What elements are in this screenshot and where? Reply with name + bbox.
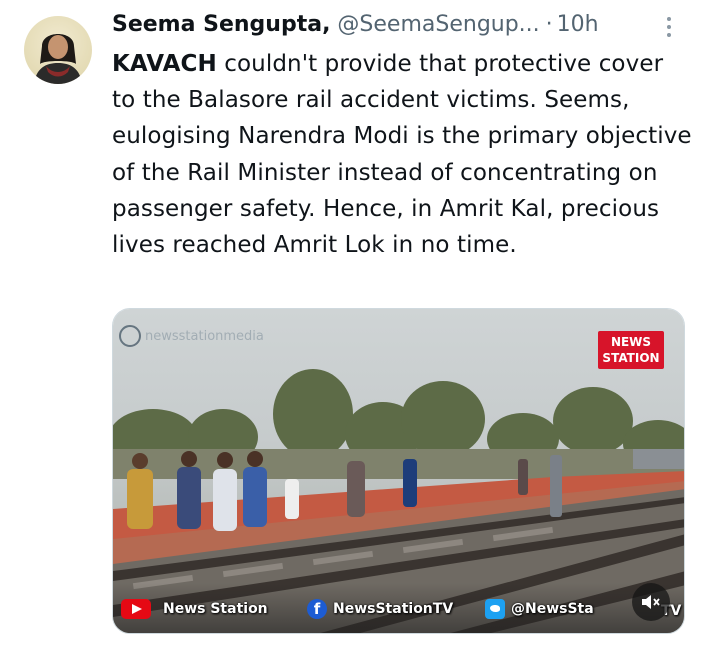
separator-dot: ·	[545, 12, 553, 37]
logo-line2: STATION	[602, 351, 660, 365]
twitter-tag: @NewsSta	[485, 599, 594, 619]
more-dot	[667, 25, 671, 29]
watermark: newsstationmedia	[119, 325, 264, 347]
watermark-text: newsstationmedia	[145, 328, 264, 344]
more-dot	[667, 33, 671, 37]
tweet-text: KAVACH couldn't provide that protective …	[112, 46, 692, 263]
mute-icon[interactable]	[632, 583, 670, 621]
tweet-video[interactable]: newsstationmedia NEWS STATION News Stati…	[112, 308, 685, 634]
speaker-muted-icon	[642, 595, 660, 609]
avatar-portrait-icon	[34, 34, 82, 84]
more-dot	[667, 17, 671, 21]
youtube-icon	[121, 599, 151, 619]
tweet-timestamp[interactable]: 10h	[557, 12, 599, 37]
globe-icon	[119, 325, 141, 347]
twitter-icon	[485, 599, 505, 619]
author-name[interactable]: Seema Sengupta,	[112, 12, 330, 37]
more-options-icon[interactable]	[661, 14, 677, 40]
facebook-tag: f NewsStationTV	[307, 599, 453, 619]
youtube-tag: News Station	[121, 599, 268, 619]
author-handle[interactable]: @SeemaSengup...	[337, 12, 539, 37]
youtube-label: News Station	[163, 601, 268, 617]
news-station-logo: NEWS STATION	[598, 331, 664, 369]
logo-line1: NEWS	[610, 335, 652, 349]
twitter-label: @NewsSta	[511, 601, 594, 617]
facebook-icon: f	[307, 599, 327, 619]
tweet-bold-keyword: KAVACH	[112, 51, 217, 77]
facebook-label: NewsStationTV	[333, 601, 454, 617]
tweet-body: couldn't provide that protective cover t…	[112, 51, 692, 259]
avatar[interactable]	[24, 16, 92, 84]
tweet-header: Seema Sengupta, @SeemaSengup... · 10h	[112, 12, 599, 42]
